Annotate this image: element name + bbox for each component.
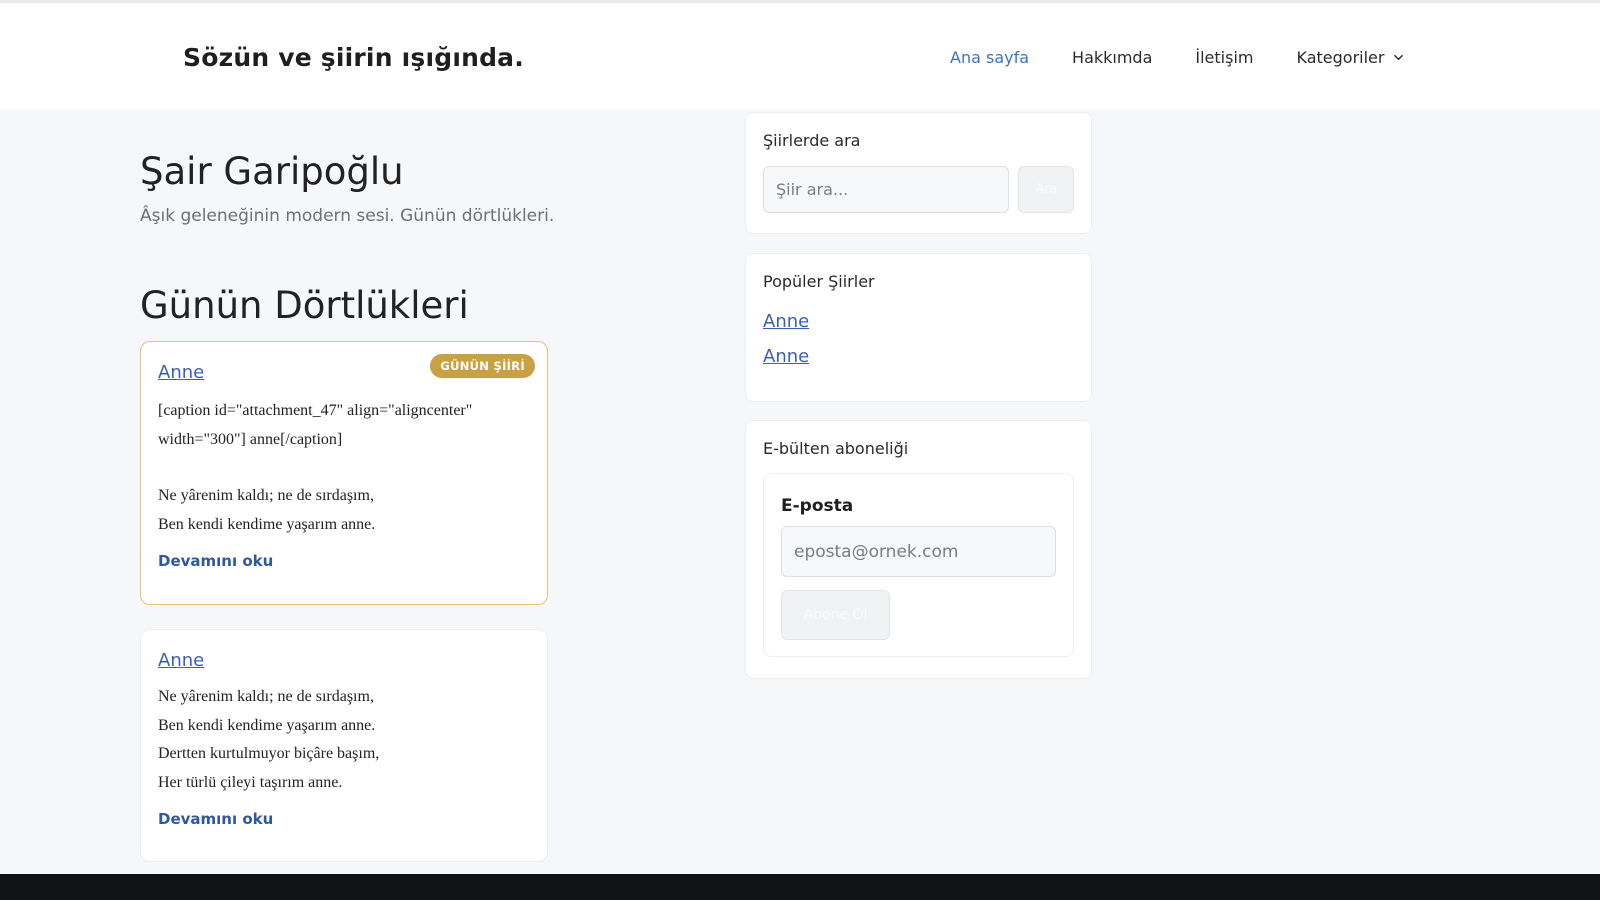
popular-widget-title: Popüler Şiirler [763,272,875,291]
post-card: Anne Ne yârenim kaldı; ne de sırdaşım, B… [140,629,548,862]
newsletter-form: E-posta Abone Ol [763,473,1074,657]
excerpt-line: Ne yârenim kaldı; ne de sırdaşım, [158,688,374,705]
excerpt-line: Ben kendi kendime yaşarım anne. [158,515,376,533]
post-title-link[interactable]: Anne [158,362,204,383]
excerpt-line: [caption id="attachment_47" align="align… [158,402,473,419]
read-more-link[interactable]: Devamını oku [158,810,273,828]
nav-categories[interactable]: Kategoriler [1296,48,1404,67]
chevron-down-icon [1394,54,1404,61]
newsletter-widget-title: E-bülten aboneliği [763,439,909,458]
email-field[interactable] [781,526,1056,577]
excerpt-line: Dertten kurtulmuyor biçâre başım, [158,745,380,763]
excerpt-line: Ne yârenim kaldı; ne de sırdaşım, [158,487,374,505]
newsletter-widget: E-bülten aboneliği E-posta Abone Ol [745,420,1092,679]
nav-categories-label: Kategoriler [1296,48,1385,67]
section-title: Günün Dörtlükleri [140,284,469,327]
site-header: Sözün ve şiirin ışığında. Ana sayfa Hakk… [0,3,1600,110]
popular-poem-link[interactable]: Anne [763,346,1074,367]
excerpt-gap [158,454,530,482]
popular-poems-widget: Popüler Şiirler Anne Anne [745,253,1092,402]
post-title-link[interactable]: Anne [158,650,204,671]
subscribe-button[interactable]: Abone Ol [781,590,890,640]
email-label: E-posta [781,496,854,516]
excerpt-line: Her türlü çileyi taşırım anne. [158,773,343,791]
nav-about[interactable]: Hakkımda [1072,48,1152,67]
popular-poem-link[interactable]: Anne [763,311,1074,332]
search-widget: Şiirlerde ara Ara [745,112,1092,234]
search-input[interactable] [763,166,1010,213]
page-title: Şair Garipoğlu [140,150,404,193]
search-widget-title: Şiirlerde ara [763,131,861,150]
page-subtitle: Âşık geleneğinin modern sesi. Günün dört… [140,206,555,226]
search-button[interactable]: Ara [1018,166,1074,213]
post-excerpt: [caption id="attachment_47" align="align… [158,397,530,539]
featured-post-card: Anne GÜNÜN ŞİİRİ [caption id="attachment… [140,341,548,605]
nav-home[interactable]: Ana sayfa [950,48,1029,67]
featured-badge: GÜNÜN ŞİİRİ [430,354,535,378]
excerpt-line: width="300"] anne[/caption] [158,430,343,448]
main-nav: Ana sayfa Hakkımda İletişim Kategoriler [950,48,1404,67]
nav-contact[interactable]: İletişim [1195,48,1253,67]
site-title[interactable]: Sözün ve şiirin ışığında. [183,43,524,72]
search-form: Ara [763,166,1074,213]
read-more-link[interactable]: Devamını oku [158,552,273,570]
post-excerpt: Ne yârenim kaldı; ne de sırdaşım, Ben ke… [158,683,530,797]
site-footer [0,874,1600,900]
excerpt-line: Ben kendi kendime yaşarım anne. [158,716,376,734]
